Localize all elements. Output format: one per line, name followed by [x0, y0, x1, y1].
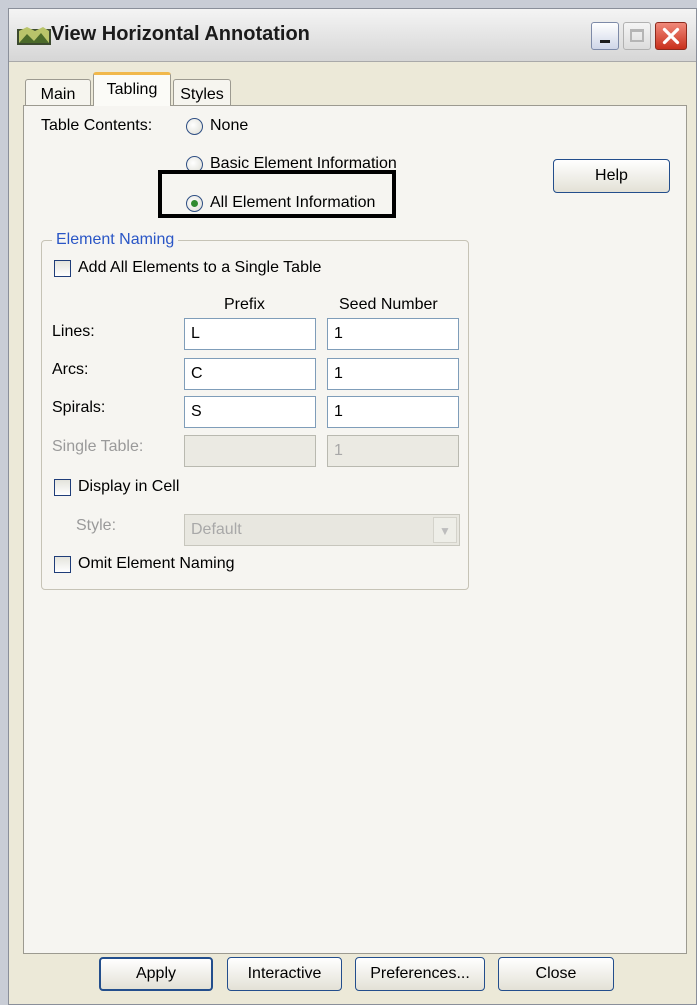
spirals-seed-field[interactable]: 1: [327, 396, 459, 428]
add-all-single-table-checkbox[interactable]: [54, 260, 71, 277]
omit-element-naming-label[interactable]: Omit Element Naming: [78, 555, 235, 573]
arcs-label: Arcs:: [52, 361, 89, 378]
tab-main[interactable]: Main: [25, 79, 91, 105]
radio-none[interactable]: [186, 118, 203, 135]
tab-tabling[interactable]: Tabling: [93, 72, 171, 106]
tab-main-label: Main: [40, 86, 76, 103]
single-table-label: Single Table:: [52, 438, 144, 455]
close-button[interactable]: Close: [498, 957, 614, 991]
element-naming-legend: Element Naming: [52, 231, 179, 249]
arcs-prefix-field[interactable]: C: [184, 358, 316, 390]
display-in-cell-checkbox[interactable]: [54, 479, 71, 496]
display-in-cell-label[interactable]: Display in Cell: [78, 478, 179, 496]
single-table-seed-field[interactable]: 1: [327, 435, 459, 467]
style-select-value: Default: [191, 521, 242, 538]
highlight-annotation: [158, 170, 396, 218]
spirals-label: Spirals:: [52, 399, 106, 416]
minimize-icon: [600, 40, 610, 43]
tab-styles[interactable]: Styles: [173, 79, 231, 105]
close-icon: [662, 27, 680, 45]
title-bar[interactable]: View Horizontal Annotation: [9, 9, 696, 62]
close-window-button[interactable]: [655, 22, 687, 50]
apply-button[interactable]: Apply: [99, 957, 213, 991]
interactive-button[interactable]: Interactive: [227, 957, 342, 991]
style-label: Style:: [76, 517, 117, 534]
radio-none-label[interactable]: None: [210, 117, 248, 135]
help-button[interactable]: Help: [553, 159, 670, 193]
omit-element-naming-checkbox[interactable]: [54, 556, 71, 573]
seed-number-header: Seed Number: [339, 296, 438, 313]
spirals-prefix-field[interactable]: S: [184, 396, 316, 428]
lines-prefix-field[interactable]: L: [184, 318, 316, 350]
lines-seed-field[interactable]: 1: [327, 318, 459, 350]
tab-styles-label: Styles: [180, 86, 224, 103]
window-title: View Horizontal Annotation: [51, 23, 310, 45]
preferences-button[interactable]: Preferences...: [355, 957, 485, 991]
table-contents-label: Table Contents:: [41, 117, 153, 134]
chevron-down-icon[interactable]: ▼: [433, 517, 457, 543]
arcs-seed-field[interactable]: 1: [327, 358, 459, 390]
maximize-button[interactable]: [623, 22, 651, 50]
maximize-icon: [630, 29, 644, 42]
app-icon: [17, 27, 51, 45]
minimize-button[interactable]: [591, 22, 619, 50]
lines-label: Lines:: [52, 323, 95, 340]
prefix-header: Prefix: [224, 296, 265, 313]
tab-tabling-label: Tabling: [106, 81, 158, 98]
add-all-single-table-label[interactable]: Add All Elements to a Single Table: [78, 259, 321, 277]
style-select[interactable]: Default ▼: [184, 514, 460, 546]
single-table-prefix-field[interactable]: [184, 435, 316, 467]
